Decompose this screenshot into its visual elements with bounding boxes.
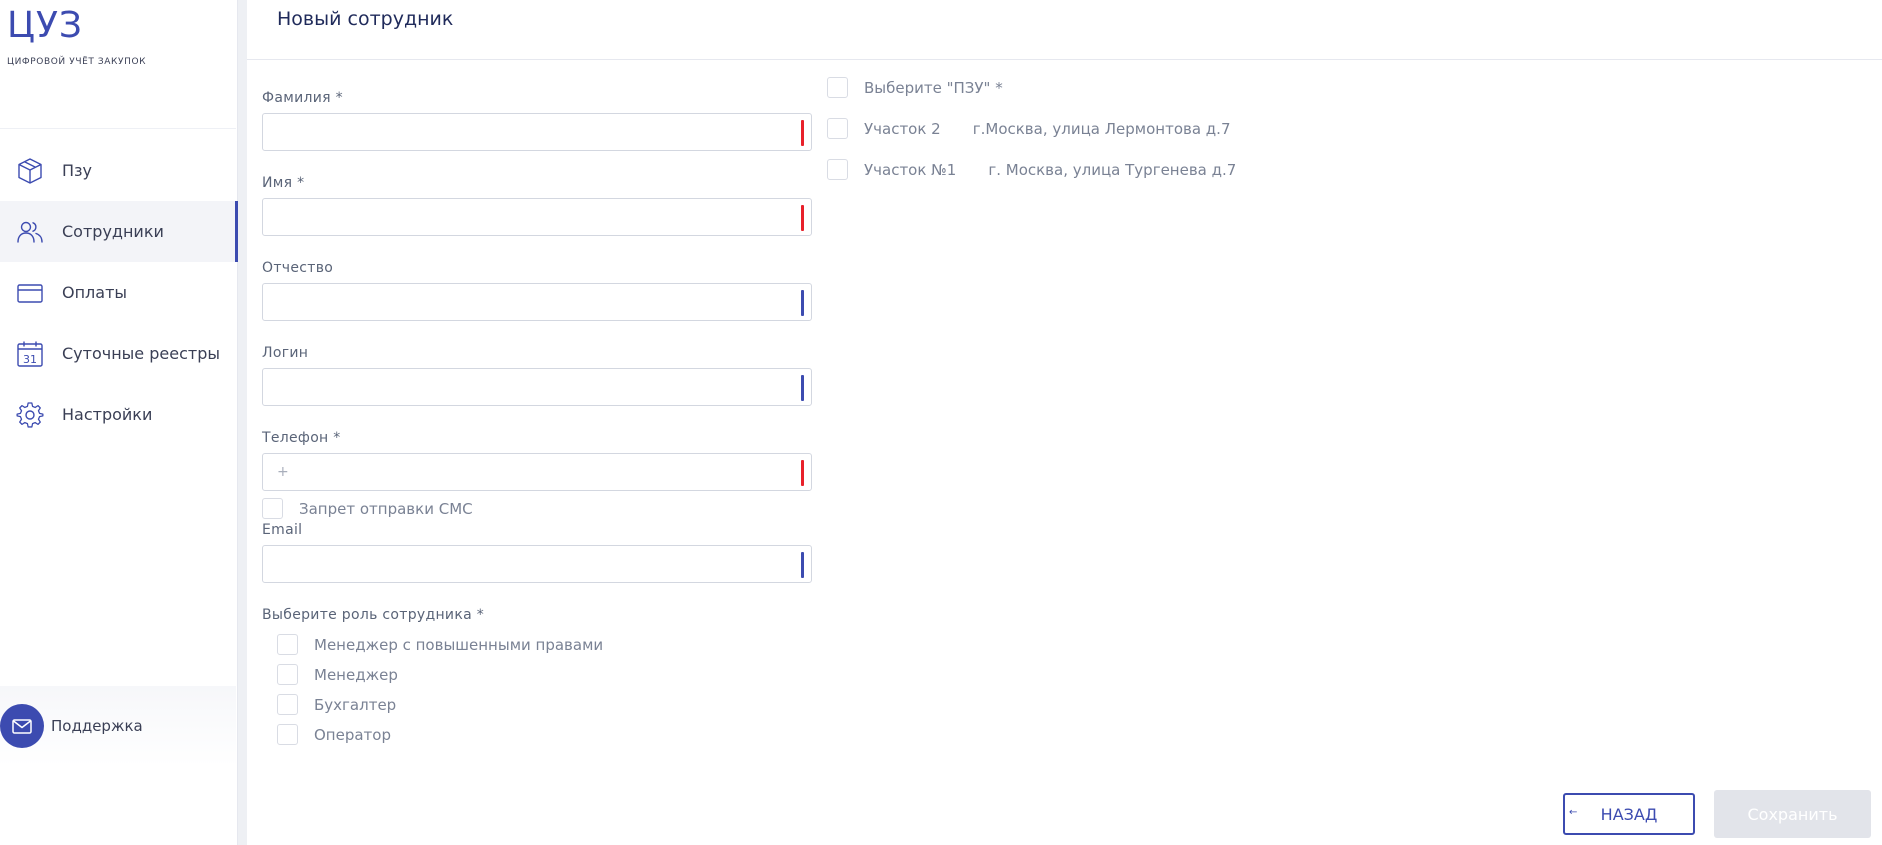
pzu-name: Участок №1 xyxy=(864,160,957,179)
pzu-address: г.Москва, улица Лермонтова д.7 xyxy=(972,119,1231,138)
firstname-field-wrapper xyxy=(262,198,812,236)
sidebar-item-settings[interactable]: Настройки xyxy=(0,384,238,445)
calendar-icon: 31 xyxy=(14,338,46,370)
pzu-name: Участок 2 xyxy=(864,119,941,138)
patronymic-field-wrapper xyxy=(262,283,812,321)
save-button[interactable]: Сохранить xyxy=(1714,790,1871,838)
sidebar: ЦУЗ ЦИФРОВОЙ УЧЁТ ЗАКУПОК Пзу Сотрудники… xyxy=(0,0,238,845)
role-option-accountant[interactable]: Бухгалтер xyxy=(277,694,396,715)
sms-block-checkbox-row[interactable]: Запрет отправки СМС xyxy=(262,498,473,519)
divider xyxy=(0,128,236,129)
email-label: Email xyxy=(262,522,303,538)
pzu-item[interactable]: Участок №1 г. Москва, улица Тургенева д.… xyxy=(827,159,1236,180)
page-title: Новый сотрудник xyxy=(277,8,454,30)
role-option-manager[interactable]: Менеджер xyxy=(277,664,398,685)
role-option-operator[interactable]: Оператор xyxy=(277,724,391,745)
role-checkbox[interactable] xyxy=(277,664,298,685)
mail-icon xyxy=(0,704,44,748)
back-button[interactable]: ← НАЗАД xyxy=(1563,793,1695,835)
patronymic-label: Отчество xyxy=(262,260,334,276)
role-option-senior-manager[interactable]: Менеджер с повышенными правами xyxy=(277,634,603,655)
role-option-label: Бухгалтер xyxy=(314,695,397,714)
back-button-label: НАЗАД xyxy=(1600,804,1658,824)
sidebar-item-label: Суточные реестры xyxy=(62,344,220,363)
firstname-label: Имя * xyxy=(262,175,305,191)
pzu-address: г. Москва, улица Тургенева д.7 xyxy=(988,160,1237,179)
sidebar-item-label: Настройки xyxy=(62,405,153,424)
sidebar-item-payments[interactable]: Оплаты xyxy=(0,262,238,323)
optional-marker xyxy=(801,552,804,578)
login-field[interactable] xyxy=(263,369,811,405)
role-option-label: Менеджер xyxy=(314,665,398,684)
card-icon xyxy=(14,277,46,309)
save-button-label: Сохранить xyxy=(1747,804,1838,824)
pzu-select-all-row[interactable]: Выберите "ПЗУ" * xyxy=(827,77,1003,98)
phone-field[interactable] xyxy=(263,454,811,490)
required-marker xyxy=(801,205,804,231)
sidebar-item-label: Оплаты xyxy=(62,283,128,302)
pzu-checkbox[interactable] xyxy=(827,118,848,139)
role-checkbox[interactable] xyxy=(277,724,298,745)
lastname-field-wrapper xyxy=(262,113,812,151)
page-header: Новый сотрудник xyxy=(247,0,1882,60)
box-icon xyxy=(14,155,46,187)
email-field[interactable] xyxy=(263,546,811,582)
pzu-item[interactable]: Участок 2 г.Москва, улица Лермонтова д.7 xyxy=(827,118,1231,139)
sidebar-item-daily-registers[interactable]: 31 Суточные реестры xyxy=(0,323,238,384)
login-field-wrapper xyxy=(262,368,812,406)
phone-label: Телефон * xyxy=(262,430,341,446)
role-label: Выберите роль сотрудника * xyxy=(262,607,485,623)
sidebar-nav: Пзу Сотрудники Оплаты 31 Суточные реестр… xyxy=(0,140,238,445)
role-checkbox[interactable] xyxy=(277,694,298,715)
lastname-field[interactable] xyxy=(263,114,811,150)
required-marker xyxy=(801,460,804,486)
pzu-select-checkbox[interactable] xyxy=(827,77,848,98)
patronymic-field[interactable] xyxy=(263,284,811,320)
email-field-wrapper xyxy=(262,545,812,583)
role-checkbox[interactable] xyxy=(277,634,298,655)
pzu-select-label: Выберите "ПЗУ" * xyxy=(864,78,1003,97)
role-option-label: Менеджер с повышенными правами xyxy=(314,635,604,654)
support-label: Поддержка xyxy=(51,717,143,735)
arrow-left-icon: ← xyxy=(1569,807,1578,818)
app-logo[interactable]: ЦУЗ xyxy=(7,4,83,48)
optional-marker xyxy=(801,290,804,316)
phone-field-wrapper xyxy=(262,453,812,491)
support-button[interactable]: Поддержка xyxy=(0,686,236,766)
sidebar-item-pzu[interactable]: Пзу xyxy=(0,140,238,201)
required-marker xyxy=(801,120,804,146)
sidebar-item-label: Сотрудники xyxy=(62,222,164,241)
sidebar-item-employees[interactable]: Сотрудники xyxy=(0,201,238,262)
sidebar-item-label: Пзу xyxy=(62,161,93,180)
app-logo-subtitle: ЦИФРОВОЙ УЧЁТ ЗАКУПОК xyxy=(7,57,147,67)
sidebar-gutter xyxy=(238,0,247,845)
role-option-label: Оператор xyxy=(314,725,391,744)
sms-block-label: Запрет отправки СМС xyxy=(299,499,473,518)
pzu-checkbox[interactable] xyxy=(827,159,848,180)
gear-icon xyxy=(14,399,46,431)
users-icon xyxy=(14,216,46,248)
firstname-field[interactable] xyxy=(263,199,811,235)
svg-text:31: 31 xyxy=(23,353,37,366)
sms-block-checkbox[interactable] xyxy=(262,498,283,519)
optional-marker xyxy=(801,375,804,401)
lastname-label: Фамилия * xyxy=(262,90,343,106)
login-label: Логин xyxy=(262,345,309,361)
